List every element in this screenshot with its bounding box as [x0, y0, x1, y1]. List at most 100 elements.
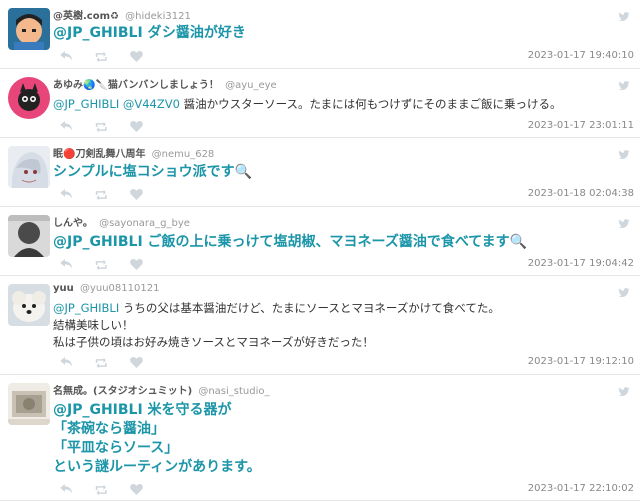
tweet-header: あゆみ🌏🔪猫バンバンしましょう！ @ayu_eye: [53, 76, 277, 91]
mention-link[interactable]: @JP_GHIBLI @V44ZV0: [53, 97, 180, 111]
twitter-bird-icon[interactable]: [618, 214, 630, 229]
tweet-header: @英樹.com♻ @hideki3121: [53, 7, 191, 22]
tweet-timestamp[interactable]: 2023-01-17 19:04:42: [528, 258, 634, 269]
tweet-timestamp[interactable]: 2023-01-17 22:10:02: [528, 483, 634, 494]
tweet-item: 名無成。(スタジオシュミット) @nasi_studio_ @JP_GHIBLI…: [0, 375, 640, 501]
tweet-body: @JP_GHIBLI @V44ZV0 醤油かウスターソース。たまには何もつけずに…: [53, 96, 561, 113]
user-name[interactable]: 名無成。(スタジオシュミット): [53, 386, 192, 397]
reply-icon[interactable]: [60, 185, 73, 199]
tweet-timestamp[interactable]: 2023-01-17 19:12:10: [528, 356, 634, 367]
tweet-body: @JP_GHIBLI ご飯の上に乗っけて塩胡椒、マヨネーズ醤油で食べてます🔍: [53, 233, 527, 252]
reply-icon[interactable]: [60, 47, 73, 61]
user-handle[interactable]: @nasi_studio_: [198, 386, 269, 397]
reply-icon[interactable]: [60, 480, 73, 494]
tweet-text: 「茶碗なら醤油」: [53, 421, 165, 437]
retweet-icon[interactable]: [95, 185, 108, 201]
twitter-bird-icon[interactable]: [618, 7, 630, 22]
avatar[interactable]: [8, 8, 50, 50]
tweet-feed: @英樹.com♻ @hideki3121 @JP_GHIBLI ダシ醤油が好き …: [0, 0, 640, 501]
tweet-actions: [60, 480, 143, 496]
tweet-text-line: 結構美味しい！: [53, 317, 500, 334]
mention-link[interactable]: @JP_GHIBLI: [53, 301, 119, 315]
user-name[interactable]: yuu: [53, 283, 74, 294]
tweet-text-line: という謎ルーティンがあります。: [53, 458, 261, 477]
tweet-text: ダシ醤油が好き: [142, 25, 246, 41]
tweet-body: @JP_GHIBLI うちの父は基本醤油だけど、たまにソースとマヨネーズかけて食…: [53, 300, 500, 351]
tweet-item: yuu @yuu08110121 @JP_GHIBLI うちの父は基本醤油だけど…: [0, 276, 640, 375]
tweet-body: @JP_GHIBLI 米を守る器が 「茶碗なら醤油」 「平皿ならソース」 という謎ルー…: [53, 401, 261, 477]
user-handle[interactable]: @nemu_628: [152, 149, 215, 160]
tweet-actions: [60, 255, 143, 271]
user-name[interactable]: しんや。: [53, 218, 93, 229]
tweet-text-line: 「茶碗なら醤油」: [53, 420, 261, 439]
user-handle[interactable]: @yuu08110121: [80, 283, 160, 294]
heart-icon[interactable]: [130, 255, 143, 270]
mention-link[interactable]: @JP_GHIBLI: [53, 234, 143, 250]
tweet-text: ご飯の上に乗っけて塩胡椒、マヨネーズ醤油で食べてます🔍: [142, 234, 528, 250]
user-handle[interactable]: @ayu_eye: [225, 80, 277, 91]
tweet-header: yuu @yuu08110121: [53, 283, 159, 294]
tweet-text-line: @JP_GHIBLI 米を守る器が: [53, 401, 261, 420]
mention-link[interactable]: @JP_GHIBLI: [53, 402, 143, 418]
avatar[interactable]: [8, 77, 50, 119]
tweet-text: 「平皿ならソース」: [53, 440, 179, 456]
heart-icon[interactable]: [130, 185, 143, 200]
tweet-header: 名無成。(スタジオシュミット) @nasi_studio_: [53, 382, 270, 397]
reply-icon[interactable]: [60, 255, 73, 269]
reply-icon[interactable]: [60, 117, 73, 131]
twitter-bird-icon[interactable]: [618, 283, 630, 298]
retweet-icon[interactable]: [95, 47, 108, 63]
tweet-item: しんや。 @sayonara_g_bye @JP_GHIBLI ご飯の上に乗っけ…: [0, 207, 640, 276]
twitter-bird-icon[interactable]: [618, 145, 630, 160]
tweet-text-line: @JP_GHIBLI ご飯の上に乗っけて塩胡椒、マヨネーズ醤油で食べてます🔍: [53, 233, 527, 252]
twitter-bird-icon[interactable]: [618, 76, 630, 91]
user-name[interactable]: @英樹.com♻: [53, 11, 119, 22]
tweet-body: @JP_GHIBLI ダシ醤油が好き: [53, 24, 246, 43]
tweet-body: シンプルに塩コショウ派です🔍: [53, 163, 252, 182]
reply-icon[interactable]: [60, 353, 73, 367]
tweet-text: 私は子供の頃はお好み焼きソースとマヨネーズが好きだった！: [53, 335, 374, 349]
tweet-text-line: @JP_GHIBLI ダシ醤油が好き: [53, 24, 246, 43]
heart-icon[interactable]: [130, 117, 143, 132]
mention-link[interactable]: @JP_GHIBLI: [53, 25, 143, 41]
heart-icon[interactable]: [130, 47, 143, 62]
tweet-item: あゆみ🌏🔪猫バンバンしましょう！ @ayu_eye @JP_GHIBLI @V4…: [0, 69, 640, 138]
tweet-item: @英樹.com♻ @hideki3121 @JP_GHIBLI ダシ醤油が好き …: [0, 0, 640, 69]
heart-icon[interactable]: [130, 480, 143, 495]
tweet-text: 醤油かウスターソース。たまには何もつけずにそのままご飯に乗っける。: [179, 97, 562, 111]
twitter-bird-icon[interactable]: [618, 382, 630, 397]
avatar[interactable]: [8, 284, 50, 326]
user-handle[interactable]: @sayonara_g_bye: [99, 218, 190, 229]
retweet-icon[interactable]: [95, 117, 108, 133]
tweet-text: 米を守る器が: [142, 402, 232, 418]
user-handle[interactable]: @hideki3121: [125, 11, 191, 22]
tweet-text: 結構美味しい！: [53, 318, 134, 332]
tweet-text-line: @JP_GHIBLI うちの父は基本醤油だけど、たまにソースとマヨネーズかけて食…: [53, 300, 500, 317]
avatar[interactable]: [8, 146, 50, 188]
tweet-text-line: @JP_GHIBLI @V44ZV0 醤油かウスターソース。たまには何もつけずに…: [53, 96, 561, 113]
tweet-text: シンプルに塩コショウ派です🔍: [53, 164, 253, 180]
tweet-actions: [60, 117, 143, 133]
tweet-actions: [60, 47, 143, 63]
user-name[interactable]: あゆみ🌏🔪猫バンバンしましょう！: [53, 80, 219, 91]
tweet-timestamp[interactable]: 2023-01-17 19:40:10: [528, 50, 634, 61]
tweet-text-line: シンプルに塩コショウ派です🔍: [53, 163, 252, 182]
tweet-text: という謎ルーティンがあります。: [53, 459, 261, 475]
tweet-timestamp[interactable]: 2023-01-17 23:01:11: [528, 120, 634, 131]
heart-icon[interactable]: [130, 353, 143, 368]
tweet-item: 眠🔴刀剣乱舞八周年 @nemu_628 シンプルに塩コショウ派です🔍 2023-…: [0, 138, 640, 207]
avatar[interactable]: [8, 383, 50, 425]
tweet-actions: [60, 353, 143, 369]
tweet-text-line: 「平皿ならソース」: [53, 439, 261, 458]
avatar[interactable]: [8, 215, 50, 257]
tweet-text: うちの父は基本醤油だけど、たまにソースとマヨネーズかけて食べてた。: [119, 301, 500, 315]
tweet-actions: [60, 185, 143, 201]
tweet-timestamp[interactable]: 2023-01-18 02:04:38: [528, 188, 634, 199]
tweet-header: 眠🔴刀剣乱舞八周年 @nemu_628: [53, 145, 214, 160]
tweet-text-line: 私は子供の頃はお好み焼きソースとマヨネーズが好きだった！: [53, 334, 500, 351]
tweet-header: しんや。 @sayonara_g_bye: [53, 214, 190, 229]
retweet-icon[interactable]: [95, 255, 108, 271]
user-name[interactable]: 眠🔴刀剣乱舞八周年: [53, 149, 145, 160]
retweet-icon[interactable]: [95, 353, 108, 369]
retweet-icon[interactable]: [95, 480, 108, 496]
